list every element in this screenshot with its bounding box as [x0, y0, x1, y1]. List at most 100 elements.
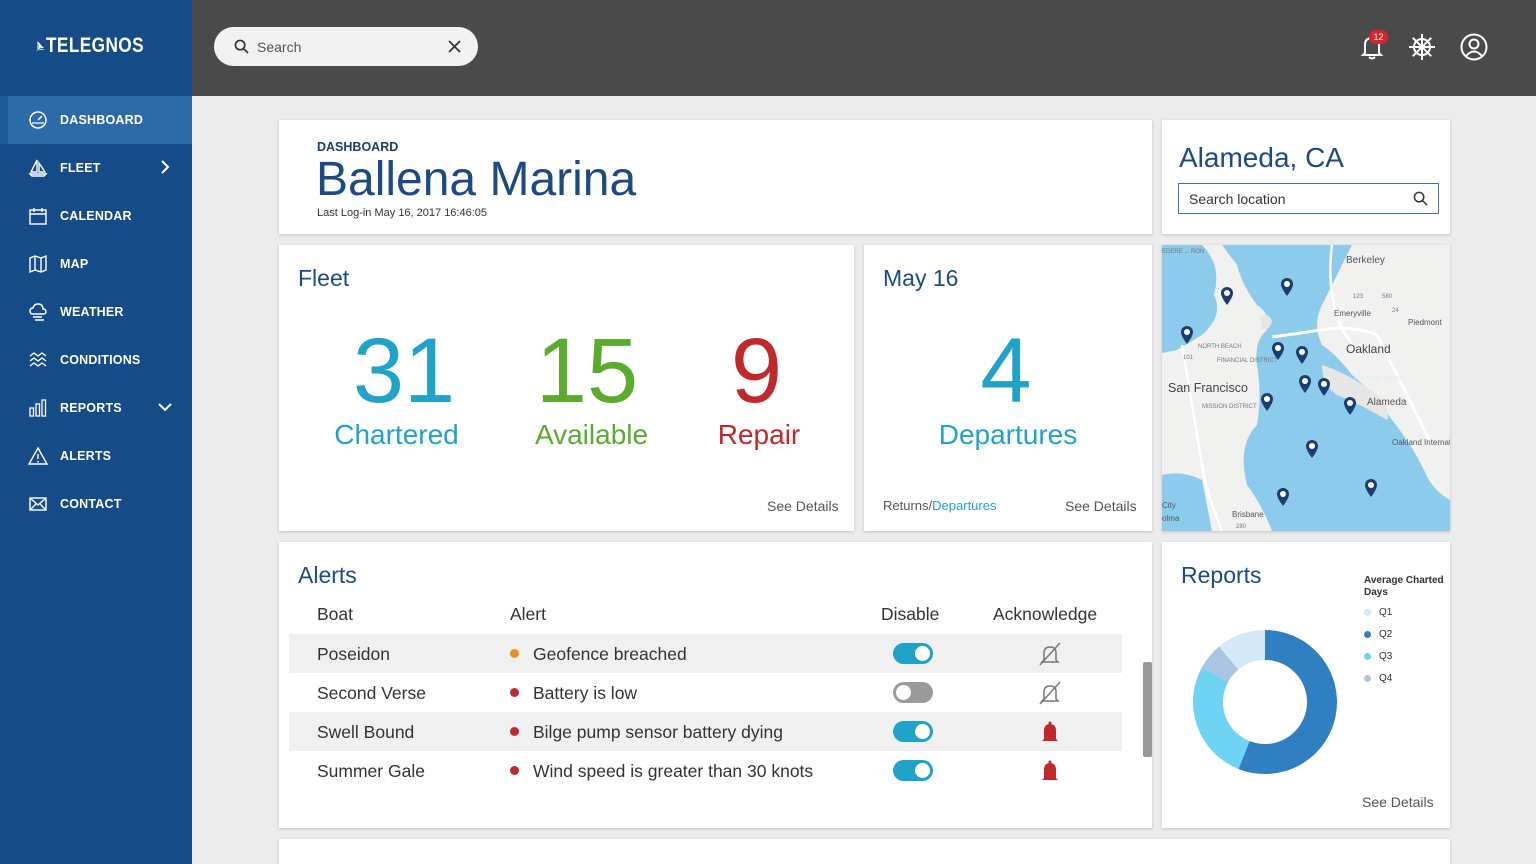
departures-see-details-link[interactable]: See Details: [1065, 498, 1137, 514]
legend-item-q3: Q3: [1364, 651, 1392, 662]
map-pin-dot: [1299, 349, 1305, 355]
legend-swatch: [1364, 653, 1371, 660]
bell-off-icon[interactable]: [1037, 641, 1063, 667]
alerts-scrollbar[interactable]: [1143, 662, 1152, 757]
close-icon[interactable]: [447, 39, 462, 54]
boat-name: Swell Bound: [317, 722, 415, 742]
departures-date: May 16: [883, 265, 959, 291]
map-label: Piedmont: [1408, 318, 1443, 327]
map-pin-dot: [1275, 345, 1281, 351]
disable-toggle[interactable]: [893, 643, 933, 664]
map-label-airport: Oakland International Airport: [1392, 438, 1450, 447]
departures-toggle[interactable]: Departures: [932, 498, 996, 513]
map-pin-dot: [1224, 290, 1230, 296]
chartered-label: Chartered: [334, 419, 459, 450]
severity-dot: [510, 649, 519, 658]
available-label: Available: [534, 419, 649, 450]
reports-card: Reports Average Charted Days Q1 Q2 Q3 Q4…: [1162, 542, 1450, 828]
table-row[interactable]: Poseidon Geofence breached: [289, 634, 1122, 673]
bay-area-map[interactable]: Berkeley Emeryville Piedmont Oakland San…: [1162, 245, 1450, 531]
sidebar-item-label: ALERTS: [60, 449, 112, 463]
chartered-count: 31: [352, 320, 456, 422]
notification-badge: 12: [1369, 30, 1388, 44]
map-label: 580: [1382, 294, 1393, 300]
sidebar-item-map[interactable]: MAP: [0, 240, 192, 288]
map-pin-dot: [1284, 281, 1290, 287]
severity-dot: [510, 727, 519, 736]
search-icon[interactable]: [1413, 191, 1428, 206]
fleet-title: Fleet: [298, 265, 350, 291]
table-row[interactable]: Summer Gale Wind speed is greater than 3…: [289, 751, 1122, 790]
search-icon: [234, 39, 249, 54]
sidebar-item-contact[interactable]: CONTACT: [0, 480, 192, 528]
sidebar-item-fleet[interactable]: FLEET: [0, 144, 192, 192]
column-header-alert[interactable]: Alert: [510, 604, 546, 625]
table-row[interactable]: Swell Bound Bilge pump sensor battery dy…: [289, 712, 1122, 751]
column-header-disable[interactable]: Disable: [881, 604, 939, 625]
alerts-title: Alerts: [298, 562, 357, 588]
legend-item-q4: Q4: [1364, 673, 1392, 684]
disable-toggle[interactable]: [893, 721, 933, 742]
search-input[interactable]: [257, 38, 437, 55]
disable-toggle[interactable]: [893, 682, 933, 703]
legend-label: Q3: [1379, 651, 1393, 662]
bell-off-icon[interactable]: [1037, 680, 1063, 706]
sidebar-item-label: DASHBOARD: [60, 113, 144, 127]
reports-title: Reports: [1181, 562, 1262, 588]
legend-swatch: [1364, 609, 1371, 616]
legend-item-q1: Q1: [1364, 607, 1392, 618]
sidebar-item-dashboard[interactable]: DASHBOARD: [0, 96, 192, 144]
chevron-down-icon: [158, 403, 172, 412]
bell-active-icon[interactable]: [1037, 758, 1063, 784]
legend-swatch: [1364, 675, 1371, 682]
map-pin-dot: [1309, 443, 1315, 449]
location-search-input[interactable]: [1189, 190, 1399, 207]
map-pin-dot: [1280, 491, 1286, 497]
map-card[interactable]: Berkeley Emeryville Piedmont Oakland San…: [1162, 245, 1450, 531]
sidebar-item-label: FLEET: [60, 161, 101, 175]
brand-logo[interactable]: TELEGNOS: [36, 22, 166, 70]
disable-toggle[interactable]: [893, 760, 933, 781]
legend-item-q2: Q2: [1364, 629, 1392, 640]
map-label: Oakland International Airport: [1392, 438, 1450, 447]
map-pin-dot: [1368, 482, 1374, 488]
sidebar-item-label: CALENDAR: [60, 209, 132, 223]
returns-toggle[interactable]: Returns: [883, 498, 929, 513]
sidebar-item-weather[interactable]: WEATHER: [0, 288, 192, 336]
sidebar-item-calendar[interactable]: CALENDAR: [0, 192, 192, 240]
map-icon: [28, 254, 48, 274]
fleet-see-details-link[interactable]: See Details: [767, 498, 839, 514]
bell-active-icon[interactable]: [1037, 719, 1063, 745]
charted-days-donut-chart[interactable]: [1190, 627, 1340, 777]
sidebar-item-label: CONDITIONS: [60, 353, 141, 367]
repair-count: 9: [730, 320, 783, 422]
map-label: Alameda Island: [1354, 375, 1402, 382]
column-header-acknowledge[interactable]: Acknowledge: [993, 604, 1097, 625]
map-label: 280: [1236, 524, 1247, 530]
alert-text: Geofence breached: [533, 644, 687, 664]
table-row[interactable]: Second Verse Battery is low: [289, 673, 1122, 712]
map-label: NORTH BEACH: [1198, 344, 1242, 350]
weather-cloud-icon: [28, 302, 48, 322]
map-pin-dot: [1264, 396, 1270, 402]
last-login-text: Last Log-in May 16, 2017 16:46:05: [317, 207, 488, 219]
envelope-icon: [28, 494, 48, 514]
donut-slice-q3[interactable]: [1193, 667, 1250, 769]
user-account-icon[interactable]: [1459, 32, 1489, 62]
map-label: Alameda: [1367, 397, 1407, 408]
page-header-card: DASHBOARD Ballena Marina Last Log-in May…: [279, 120, 1152, 234]
ship-wheel-icon[interactable]: [1407, 32, 1437, 62]
reports-see-details-link[interactable]: See Details: [1362, 794, 1434, 810]
sidebar-item-alerts[interactable]: ALERTS: [0, 432, 192, 480]
brand-name: TELEGNOS: [46, 34, 145, 57]
map-pin-dot: [1347, 400, 1353, 406]
sidebar-item-reports[interactable]: REPORTS: [0, 384, 192, 432]
column-header-boat[interactable]: Boat: [317, 604, 353, 625]
repair-label: Repair: [717, 419, 801, 450]
alert-text: Battery is low: [533, 683, 638, 703]
sidebar-item-conditions[interactable]: CONDITIONS: [0, 336, 192, 384]
sidebar: TELEGNOS DASHBOARD FLEET CALENDAR MAP WE…: [0, 0, 192, 864]
sidebar-item-label: WEATHER: [60, 305, 124, 319]
alert-text: Wind speed is greater than 30 knots: [533, 761, 814, 781]
map-label: FINANCIAL DISTRICT: [1217, 358, 1278, 364]
